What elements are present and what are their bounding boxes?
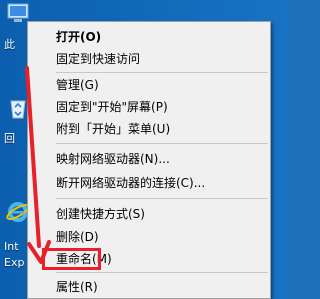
menu-separator <box>56 143 268 144</box>
menu-item-pin-start-screen[interactable]: 固定到"开始"屏幕(P) <box>28 96 270 118</box>
menu-item-create-shortcut[interactable]: 创建快捷方式(S) <box>28 203 270 225</box>
annotation-highlight-box <box>42 248 101 270</box>
menu-item-map-network-drive[interactable]: 映射网络驱动器(N)... <box>28 148 270 170</box>
menu-item-open[interactable]: 打开(O) <box>28 26 270 48</box>
menu-item-pin-start-menu[interactable]: 附到「开始」菜单(U) <box>28 118 270 140</box>
menu-separator <box>56 72 268 73</box>
menu-item-delete[interactable]: 删除(D) <box>28 226 270 248</box>
menu-item-disconnect-network-drive[interactable]: 断开网络驱动器的连接(C)... <box>28 172 270 194</box>
menu-item-properties[interactable]: 属性(R) <box>28 276 270 298</box>
menu-item-manage[interactable]: 管理(G) <box>28 74 270 96</box>
menu-separator <box>56 198 268 199</box>
menu-separator <box>56 272 268 273</box>
desktop: 此 回 Int Exp 打开(O) 固定到快速访问 管理(G) 固定到"开始"屏… <box>0 0 289 299</box>
menu-item-pin-quick-access[interactable]: 固定到快速访问 <box>28 48 270 70</box>
